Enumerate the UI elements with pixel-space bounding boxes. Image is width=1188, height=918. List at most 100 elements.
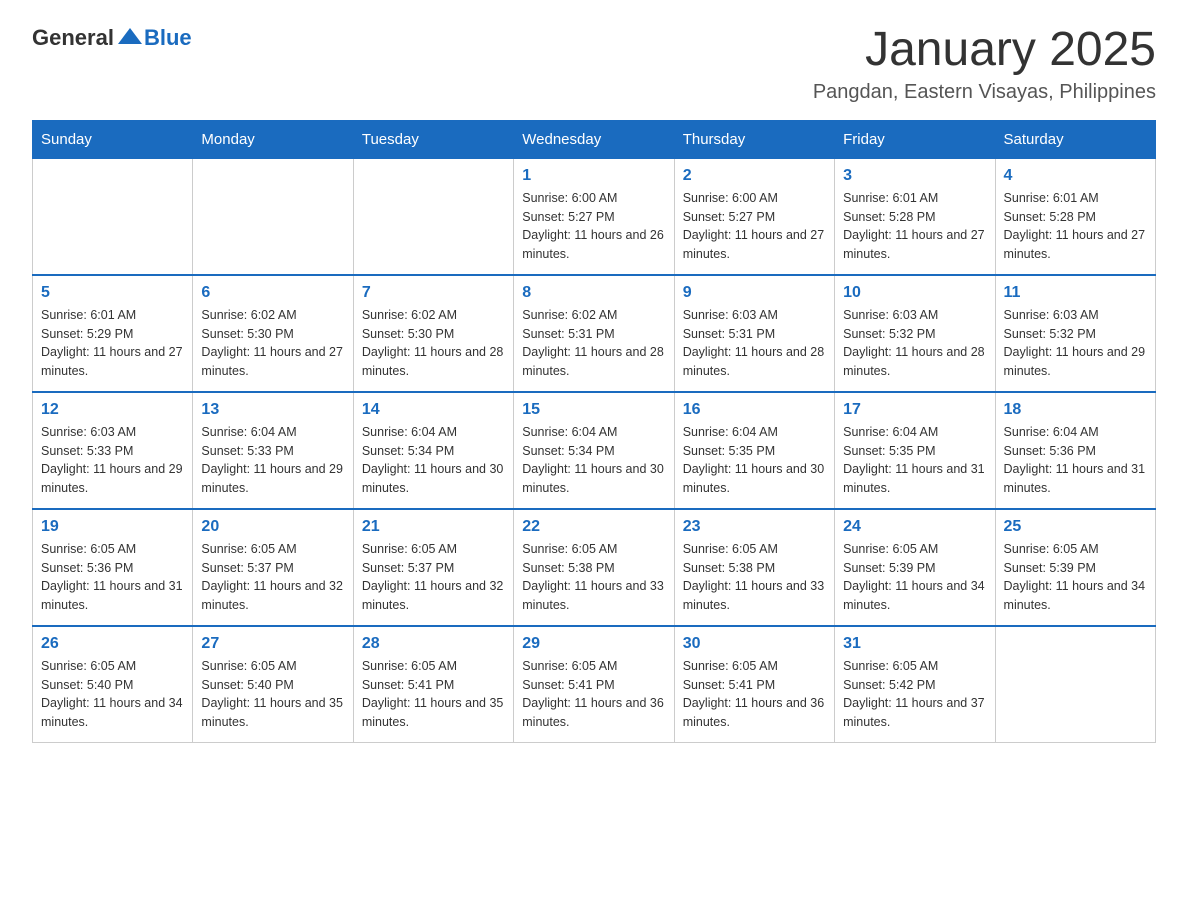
day-info: Sunrise: 6:04 AM Sunset: 5:33 PM Dayligh… xyxy=(201,423,344,498)
day-info: Sunrise: 6:02 AM Sunset: 5:30 PM Dayligh… xyxy=(201,306,344,381)
calendar-cell: 23 Sunrise: 6:05 AM Sunset: 5:38 PM Dayli… xyxy=(674,509,834,626)
calendar-week-row: 5 Sunrise: 6:01 AM Sunset: 5:29 PM Daylig… xyxy=(33,275,1156,392)
day-number: 30 xyxy=(683,635,826,653)
calendar-week-row: 12 Sunrise: 6:03 AM Sunset: 5:33 PM Dayli… xyxy=(33,392,1156,509)
calendar-cell: 29 Sunrise: 6:05 AM Sunset: 5:41 PM Dayli… xyxy=(514,626,674,743)
header-thursday: Thursday xyxy=(674,120,834,158)
day-info: Sunrise: 6:04 AM Sunset: 5:35 PM Dayligh… xyxy=(843,423,986,498)
calendar-cell: 8 Sunrise: 6:02 AM Sunset: 5:31 PM Daylig… xyxy=(514,275,674,392)
calendar-cell: 12 Sunrise: 6:03 AM Sunset: 5:33 PM Dayli… xyxy=(33,392,193,509)
month-title: January 2025 xyxy=(813,24,1156,77)
day-number: 23 xyxy=(683,518,826,536)
day-number: 1 xyxy=(522,167,665,185)
day-number: 19 xyxy=(41,518,184,536)
day-info: Sunrise: 6:03 AM Sunset: 5:31 PM Dayligh… xyxy=(683,306,826,381)
calendar-cell xyxy=(995,626,1155,743)
day-number: 17 xyxy=(843,401,986,419)
day-info: Sunrise: 6:05 AM Sunset: 5:38 PM Dayligh… xyxy=(683,540,826,615)
calendar-cell xyxy=(193,158,353,275)
calendar-table: Sunday Monday Tuesday Wednesday Thursday… xyxy=(32,120,1156,743)
calendar-cell: 26Sunrise: 6:05 AM Sunset: 5:40 PM Dayli… xyxy=(33,626,193,743)
day-number: 24 xyxy=(843,518,986,536)
day-number: 8 xyxy=(522,284,665,302)
day-number: 10 xyxy=(843,284,986,302)
calendar-cell xyxy=(353,158,513,275)
day-number: 25 xyxy=(1004,518,1147,536)
calendar-cell: 21 Sunrise: 6:05 AM Sunset: 5:37 PM Dayli… xyxy=(353,509,513,626)
day-info: Sunrise: 6:01 AM Sunset: 5:29 PM Dayligh… xyxy=(41,306,184,381)
calendar-cell: 11 Sunrise: 6:03 AM Sunset: 5:32 PM Dayli… xyxy=(995,275,1155,392)
day-number: 6 xyxy=(201,284,344,302)
day-info: Sunrise: 6:05 AM Sunset: 5:40 PM Dayligh… xyxy=(41,657,184,732)
day-info: Sunrise: 6:04 AM Sunset: 5:35 PM Dayligh… xyxy=(683,423,826,498)
day-info: Sunrise: 6:05 AM Sunset: 5:38 PM Dayligh… xyxy=(522,540,665,615)
header-wednesday: Wednesday xyxy=(514,120,674,158)
calendar-cell: 4Sunrise: 6:01 AM Sunset: 5:28 PM Daylig… xyxy=(995,158,1155,275)
day-info: Sunrise: 6:03 AM Sunset: 5:33 PM Dayligh… xyxy=(41,423,184,498)
title-block: January 2025 Pangdan, Eastern Visayas, P… xyxy=(813,24,1156,104)
day-number: 13 xyxy=(201,401,344,419)
day-info: Sunrise: 6:05 AM Sunset: 5:37 PM Dayligh… xyxy=(362,540,505,615)
calendar-cell: 5 Sunrise: 6:01 AM Sunset: 5:29 PM Daylig… xyxy=(33,275,193,392)
calendar-cell: 31 Sunrise: 6:05 AM Sunset: 5:42 PM Dayli… xyxy=(835,626,995,743)
day-info: Sunrise: 6:04 AM Sunset: 5:34 PM Dayligh… xyxy=(362,423,505,498)
day-number: 14 xyxy=(362,401,505,419)
header-friday: Friday xyxy=(835,120,995,158)
calendar-cell: 10 Sunrise: 6:03 AM Sunset: 5:32 PM Dayli… xyxy=(835,275,995,392)
day-number: 5 xyxy=(41,284,184,302)
calendar-cell: 3 Sunrise: 6:01 AM Sunset: 5:28 PM Daylig… xyxy=(835,158,995,275)
calendar-cell: 1 Sunrise: 6:00 AM Sunset: 5:27 PM Daylig… xyxy=(514,158,674,275)
calendar-header-row: Sunday Monday Tuesday Wednesday Thursday… xyxy=(33,120,1156,158)
day-info: Sunrise: 6:05 AM Sunset: 5:39 PM Dayligh… xyxy=(843,540,986,615)
calendar-cell: 15 Sunrise: 6:04 AM Sunset: 5:34 PM Dayli… xyxy=(514,392,674,509)
day-info: Sunrise: 6:02 AM Sunset: 5:31 PM Dayligh… xyxy=(522,306,665,381)
day-info: Sunrise: 6:04 AM Sunset: 5:34 PM Dayligh… xyxy=(522,423,665,498)
logo-icon xyxy=(116,24,144,52)
day-number: 21 xyxy=(362,518,505,536)
location-title: Pangdan, Eastern Visayas, Philippines xyxy=(813,81,1156,104)
day-info: Sunrise: 6:05 AM Sunset: 5:41 PM Dayligh… xyxy=(522,657,665,732)
header-monday: Monday xyxy=(193,120,353,158)
calendar-cell: 20Sunrise: 6:05 AM Sunset: 5:37 PM Dayli… xyxy=(193,509,353,626)
calendar-week-row: 1 Sunrise: 6:00 AM Sunset: 5:27 PM Daylig… xyxy=(33,158,1156,275)
calendar-cell: 30 Sunrise: 6:05 AM Sunset: 5:41 PM Dayli… xyxy=(674,626,834,743)
day-number: 12 xyxy=(41,401,184,419)
day-info: Sunrise: 6:03 AM Sunset: 5:32 PM Dayligh… xyxy=(1004,306,1147,381)
calendar-cell: 24 Sunrise: 6:05 AM Sunset: 5:39 PM Dayli… xyxy=(835,509,995,626)
day-info: Sunrise: 6:05 AM Sunset: 5:42 PM Dayligh… xyxy=(843,657,986,732)
day-info: Sunrise: 6:05 AM Sunset: 5:41 PM Dayligh… xyxy=(362,657,505,732)
day-info: Sunrise: 6:04 AM Sunset: 5:36 PM Dayligh… xyxy=(1004,423,1147,498)
calendar-cell: 7Sunrise: 6:02 AM Sunset: 5:30 PM Daylig… xyxy=(353,275,513,392)
day-info: Sunrise: 6:03 AM Sunset: 5:32 PM Dayligh… xyxy=(843,306,986,381)
calendar-cell: 27 Sunrise: 6:05 AM Sunset: 5:40 PM Dayli… xyxy=(193,626,353,743)
day-number: 29 xyxy=(522,635,665,653)
page-header: General Blue January 2025 Pangdan, Easte… xyxy=(32,24,1156,104)
day-number: 27 xyxy=(201,635,344,653)
day-number: 16 xyxy=(683,401,826,419)
logo-blue: Blue xyxy=(144,25,192,51)
calendar-week-row: 19 Sunrise: 6:05 AM Sunset: 5:36 PM Dayli… xyxy=(33,509,1156,626)
day-number: 3 xyxy=(843,167,986,185)
day-info: Sunrise: 6:05 AM Sunset: 5:37 PM Dayligh… xyxy=(201,540,344,615)
day-info: Sunrise: 6:01 AM Sunset: 5:28 PM Dayligh… xyxy=(1004,189,1147,264)
day-number: 11 xyxy=(1004,284,1147,302)
calendar-cell: 18 Sunrise: 6:04 AM Sunset: 5:36 PM Dayli… xyxy=(995,392,1155,509)
logo-general: General xyxy=(32,25,114,51)
header-tuesday: Tuesday xyxy=(353,120,513,158)
calendar-cell: 6 Sunrise: 6:02 AM Sunset: 5:30 PM Daylig… xyxy=(193,275,353,392)
calendar-cell: 22Sunrise: 6:05 AM Sunset: 5:38 PM Dayli… xyxy=(514,509,674,626)
day-info: Sunrise: 6:02 AM Sunset: 5:30 PM Dayligh… xyxy=(362,306,505,381)
day-info: Sunrise: 6:01 AM Sunset: 5:28 PM Dayligh… xyxy=(843,189,986,264)
day-number: 18 xyxy=(1004,401,1147,419)
day-number: 2 xyxy=(683,167,826,185)
calendar-cell: 2Sunrise: 6:00 AM Sunset: 5:27 PM Daylig… xyxy=(674,158,834,275)
day-info: Sunrise: 6:05 AM Sunset: 5:36 PM Dayligh… xyxy=(41,540,184,615)
day-number: 15 xyxy=(522,401,665,419)
day-number: 31 xyxy=(843,635,986,653)
day-info: Sunrise: 6:05 AM Sunset: 5:40 PM Dayligh… xyxy=(201,657,344,732)
day-info: Sunrise: 6:05 AM Sunset: 5:41 PM Dayligh… xyxy=(683,657,826,732)
day-number: 9 xyxy=(683,284,826,302)
day-info: Sunrise: 6:00 AM Sunset: 5:27 PM Dayligh… xyxy=(522,189,665,264)
calendar-cell: 16 Sunrise: 6:04 AM Sunset: 5:35 PM Dayli… xyxy=(674,392,834,509)
calendar-cell xyxy=(33,158,193,275)
